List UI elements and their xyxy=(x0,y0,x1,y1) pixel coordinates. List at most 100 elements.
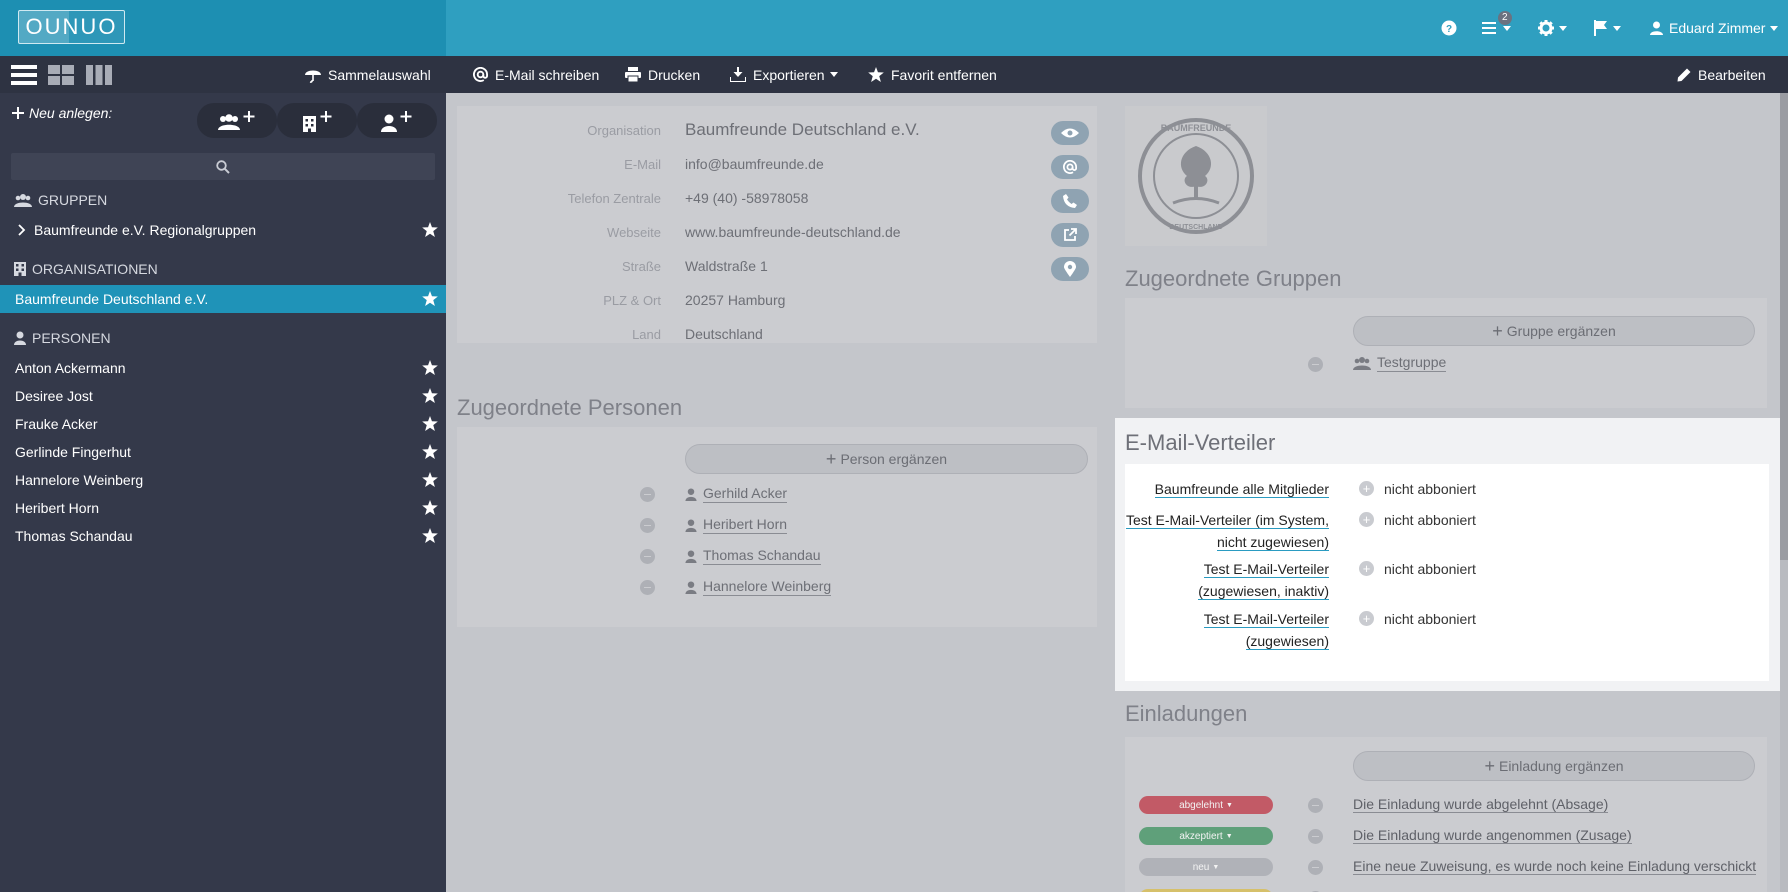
mailing-list-name-line: Test E-Mail-Verteiler (im System, xyxy=(1125,512,1329,529)
mailing-list-name[interactable]: Baumfreunde alle Mitglieder xyxy=(1154,478,1329,500)
invitations-section-title: Einladungen xyxy=(1125,701,1248,726)
group-link[interactable]: Testgruppe xyxy=(1353,354,1447,372)
write-email-button[interactable]: E-Mail schreiben xyxy=(473,56,599,93)
subscription-status: nicht abboniert xyxy=(1384,561,1476,577)
sidebar-item-person[interactable]: Desiree Jost xyxy=(0,382,446,410)
eye-action-button[interactable] xyxy=(1051,121,1089,145)
edit-button[interactable]: Bearbeiten xyxy=(1677,56,1766,93)
phone-action-button[interactable] xyxy=(1051,189,1089,213)
organisations-heading: ORGANISATIONEN xyxy=(14,261,158,277)
subscribe-button[interactable]: + xyxy=(1359,481,1374,496)
new-organisation-button[interactable] xyxy=(277,103,357,138)
star-icon[interactable] xyxy=(422,291,438,306)
star-icon[interactable] xyxy=(422,222,438,237)
plus-icon: + xyxy=(1484,756,1495,776)
person-link[interactable]: Thomas Schandau xyxy=(685,547,821,565)
person-link[interactable]: Hannelore Weinberg xyxy=(685,578,832,596)
column-view-button[interactable] xyxy=(86,64,112,86)
user-icon xyxy=(685,487,697,501)
grid-view-button[interactable] xyxy=(48,64,74,86)
subscribe-button[interactable]: + xyxy=(1359,611,1374,626)
person-link[interactable]: Gerhild Acker xyxy=(685,485,788,503)
sidebar-item-person[interactable]: Thomas Schandau xyxy=(0,522,446,550)
person-link-label: Thomas Schandau xyxy=(703,547,821,565)
sidebar-item-person[interactable]: Anton Ackermann xyxy=(0,354,446,382)
invitation-link[interactable]: Eine neue Zuweisung, es wurde noch keine… xyxy=(1353,858,1757,875)
sidebar-item-person[interactable]: Gerlinde Fingerhut xyxy=(0,438,446,466)
user-icon xyxy=(1650,21,1663,35)
sidebar-item-group[interactable]: Baumfreunde e.V. Regionalgruppen xyxy=(0,216,446,244)
field-value: 20257 Hamburg xyxy=(685,292,786,308)
remove-group-button[interactable] xyxy=(1308,357,1323,372)
export-menu-button[interactable]: Exportieren xyxy=(730,56,838,93)
external-link-action-button[interactable] xyxy=(1051,223,1089,247)
mailing-list-name-line: nicht zugewiesen) xyxy=(1216,534,1329,551)
flag-menu-button[interactable] xyxy=(1594,17,1621,39)
help-button[interactable]: ? xyxy=(1441,17,1457,39)
svg-text:?: ? xyxy=(1446,24,1452,35)
invitation-status-dropdown[interactable]: akzeptiert ▼ xyxy=(1139,827,1273,845)
field-label: E-Mail xyxy=(624,157,661,172)
mailing-list-name[interactable]: Test E-Mail-Verteiler (zugewiesen) xyxy=(1203,608,1329,652)
field-value[interactable]: info@baumfreunde.de xyxy=(685,156,824,172)
mailing-list-name[interactable]: Test E-Mail-Verteiler (im System, nicht z… xyxy=(1125,509,1329,553)
search-icon xyxy=(216,159,230,174)
list-view-button[interactable] xyxy=(11,64,37,86)
star-icon[interactable] xyxy=(422,472,438,487)
subscription-status: nicht abboniert xyxy=(1384,512,1476,528)
main-scrollbar[interactable] xyxy=(1780,93,1788,892)
chevron-down-icon: ▼ xyxy=(1212,863,1220,871)
tasks-menu-button[interactable]: 2 xyxy=(1482,11,1512,39)
sidebar-item-organisation[interactable]: Baumfreunde Deutschland e.V. xyxy=(0,285,446,313)
tree-seal-logo-icon: BAUMFREUNDE DEUTSCHLAND xyxy=(1138,118,1254,234)
sidebar-item-person[interactable]: Frauke Acker xyxy=(0,410,446,438)
add-invitation-button[interactable]: + Einladung ergänzen xyxy=(1353,751,1755,781)
remove-invitation-button[interactable] xyxy=(1308,798,1323,813)
invitation-status-dropdown[interactable]: abgelehnt ▼ xyxy=(1139,796,1273,814)
remove-favorite-button[interactable]: Favorit entfernen xyxy=(868,56,997,93)
chevron-right-icon xyxy=(18,224,26,236)
person-link[interactable]: Heribert Horn xyxy=(685,516,788,534)
settings-menu-button[interactable] xyxy=(1538,17,1567,39)
remove-person-button[interactable] xyxy=(640,518,655,533)
sidebar-search-input[interactable] xyxy=(11,153,435,180)
star-icon[interactable] xyxy=(422,416,438,431)
add-group-button[interactable]: + Gruppe ergänzen xyxy=(1353,316,1755,346)
remove-person-button[interactable] xyxy=(640,549,655,564)
at-action-button[interactable] xyxy=(1051,155,1089,179)
invitation-link[interactable]: Die Einladung wurde angenommen (Zusage) xyxy=(1353,827,1632,844)
subscribe-button[interactable]: + xyxy=(1359,512,1374,527)
print-button[interactable]: Drucken xyxy=(625,56,700,93)
remove-favorite-label: Favorit entfernen xyxy=(891,66,997,83)
new-group-button[interactable] xyxy=(197,103,277,138)
bulk-select-button[interactable]: Sammelauswahl xyxy=(305,56,431,93)
question-circle-icon: ? xyxy=(1441,20,1457,36)
field-value[interactable]: www.baumfreunde-deutschland.de xyxy=(685,224,901,240)
invitation-link[interactable]: Die Einladung wurde abgelehnt (Absage) xyxy=(1353,796,1609,813)
star-icon[interactable] xyxy=(422,528,438,543)
invitation-status-dropdown[interactable]: neu ▼ xyxy=(1139,858,1273,876)
user-menu-button[interactable]: Eduard Zimmer xyxy=(1650,17,1779,39)
add-person-button[interactable]: + Person ergänzen xyxy=(685,444,1088,474)
star-icon[interactable] xyxy=(422,500,438,515)
scrollbar-thumb[interactable] xyxy=(1780,93,1788,560)
remove-invitation-button[interactable] xyxy=(1308,829,1323,844)
star-icon[interactable] xyxy=(422,444,438,459)
mailing-list-name[interactable]: Test E-Mail-Verteiler (zugewiesen, inakti… xyxy=(1198,558,1329,602)
star-icon[interactable] xyxy=(422,360,438,375)
person-link-label: Gerhild Acker xyxy=(703,485,788,503)
new-person-button[interactable] xyxy=(357,103,437,138)
subscribe-button[interactable]: + xyxy=(1359,561,1374,576)
organisation-logo: BAUMFREUNDE DEUTSCHLAND xyxy=(1125,106,1267,246)
sidebar-item-label: Frauke Acker xyxy=(15,416,98,432)
remove-person-button[interactable] xyxy=(640,580,655,595)
sidebar-item-person[interactable]: Heribert Horn xyxy=(0,494,446,522)
remove-person-button[interactable] xyxy=(640,487,655,502)
sidebar-item-person[interactable]: Hannelore Weinberg xyxy=(0,466,446,494)
remove-invitation-button[interactable] xyxy=(1308,860,1323,875)
star-icon[interactable] xyxy=(422,388,438,403)
map-marker-action-button[interactable] xyxy=(1051,257,1089,281)
app-logo[interactable]: OUNUO xyxy=(18,10,125,44)
edit-label: Bearbeiten xyxy=(1698,66,1766,83)
grid-view-icon xyxy=(48,65,74,85)
